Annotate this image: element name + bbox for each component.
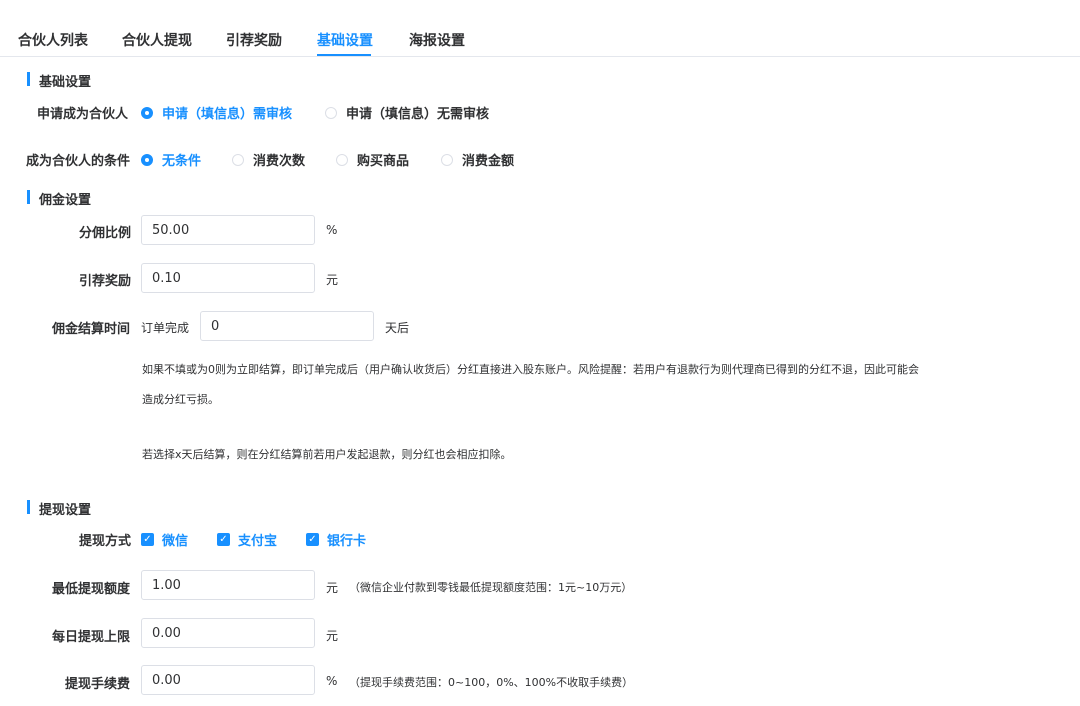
section-title-basic: 基础设置	[27, 71, 91, 90]
fee-note: （提现手续费范围：0~100，0%、100%不收取手续费）	[349, 676, 634, 689]
section-title-commission: 佣金设置	[27, 189, 91, 208]
radio-label: 申请（填信息）需审核	[162, 107, 293, 122]
tab-bar: 合伙人列表 合伙人提现 引荐奖励 基础设置 海报设置	[0, 0, 1080, 57]
condition-label: 成为合伙人的条件	[26, 154, 131, 169]
checkbox-label: 支付宝	[238, 534, 278, 549]
min-amount-input[interactable]	[141, 570, 315, 600]
tab-referral-reward[interactable]: 引荐奖励	[226, 30, 282, 50]
checkbox-wechat[interactable]: ✓ 微信	[141, 530, 188, 549]
min-amount-note: （微信企业付款到零钱最低提现额度范围：1元~10万元）	[349, 581, 633, 594]
section-title-withdraw: 提现设置	[27, 499, 91, 518]
radio-condition-count[interactable]: 消费次数	[232, 150, 305, 169]
radio-unselected-icon	[336, 153, 348, 166]
radio-unselected-icon	[325, 106, 337, 119]
daily-limit-input[interactable]	[141, 618, 315, 648]
radio-label: 购买商品	[357, 154, 410, 169]
radio-label: 无条件	[162, 154, 202, 169]
check-icon: ✓	[306, 533, 319, 546]
checkbox-label: 银行卡	[327, 534, 367, 549]
radio-label: 消费金额	[462, 154, 515, 169]
check-icon: ✓	[141, 533, 154, 546]
tab-basic-settings[interactable]: 基础设置	[317, 30, 373, 50]
referral-input[interactable]	[141, 263, 315, 293]
checkbox-label: 微信	[162, 534, 189, 549]
referral-label: 引荐奖励	[79, 274, 132, 289]
radio-label: 消费次数	[253, 154, 306, 169]
daily-limit-unit: 元	[326, 629, 339, 643]
min-amount-unit: 元	[326, 581, 339, 595]
min-amount-label: 最低提现额度	[52, 582, 131, 597]
radio-label: 申请（填信息）无需审核	[346, 107, 490, 122]
settle-label: 佣金结算时间	[52, 322, 131, 337]
referral-unit: 元	[326, 273, 339, 287]
ratio-input[interactable]	[141, 215, 315, 245]
settle-days-input[interactable]	[200, 311, 374, 341]
radio-apply-review[interactable]: 申请（填信息）需审核	[141, 103, 292, 122]
tab-poster-settings[interactable]: 海报设置	[409, 30, 465, 50]
radio-unselected-icon	[441, 153, 453, 166]
settle-unit: 天后	[385, 321, 410, 335]
settle-note-2: 若选择x天后结算，则在分红结算前若用户发起退款，则分红也会相应扣除。	[142, 448, 512, 461]
settle-note-1b: 造成分红亏损。	[142, 393, 219, 406]
tab-partner-list[interactable]: 合伙人列表	[18, 30, 88, 50]
checkbox-alipay[interactable]: ✓ 支付宝	[217, 530, 277, 549]
settle-prefix: 订单完成	[141, 321, 190, 335]
tab-partner-withdraw[interactable]: 合伙人提现	[122, 30, 192, 50]
checkbox-bankcard[interactable]: ✓ 银行卡	[306, 530, 366, 549]
fee-unit: %	[326, 674, 338, 688]
radio-selected-icon	[141, 153, 153, 166]
radio-condition-none[interactable]: 无条件	[141, 150, 201, 169]
radio-apply-no-review[interactable]: 申请（填信息）无需审核	[325, 103, 489, 122]
ratio-label: 分佣比例	[79, 226, 132, 241]
ratio-unit: %	[326, 223, 338, 237]
radio-condition-product[interactable]: 购买商品	[336, 150, 409, 169]
active-tab-indicator	[317, 54, 371, 56]
daily-limit-label: 每日提现上限	[52, 630, 131, 645]
check-icon: ✓	[217, 533, 230, 546]
withdraw-method-label: 提现方式	[79, 534, 132, 549]
settle-note-1a: 如果不填或为0则为立即结算，即订单完成后（用户确认收货后）分红直接进入股东账户。…	[142, 363, 919, 376]
fee-input[interactable]	[141, 665, 315, 695]
radio-selected-icon	[141, 106, 153, 119]
fee-label: 提现手续费	[65, 677, 131, 692]
radio-unselected-icon	[232, 153, 244, 166]
apply-label: 申请成为合伙人	[37, 107, 129, 122]
radio-condition-amount[interactable]: 消费金额	[441, 150, 514, 169]
